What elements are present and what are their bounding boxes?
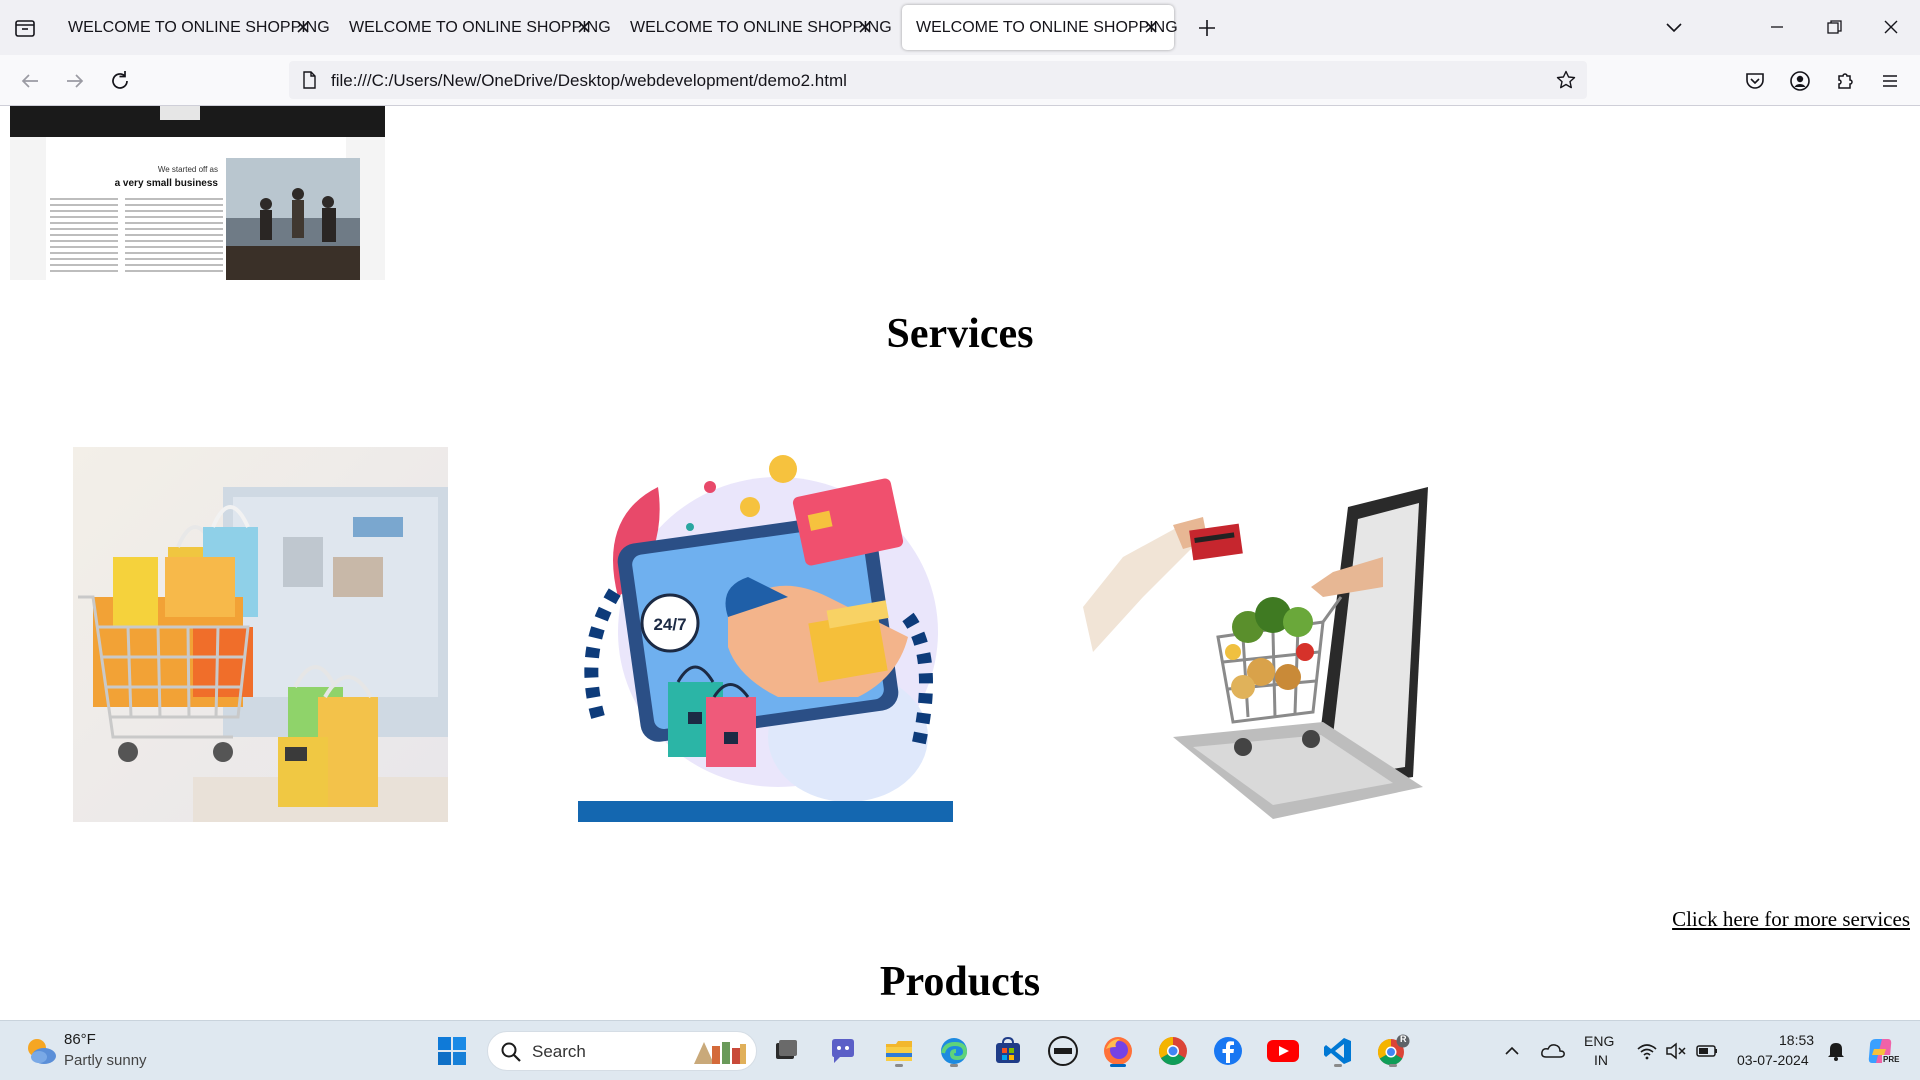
extensions-icon[interactable] — [1831, 67, 1859, 95]
tab-strip: WELCOME TO ONLINE SHOPPING WELCOME TO ON… — [0, 0, 1920, 55]
close-icon[interactable] — [575, 18, 593, 36]
microsoft-store-icon[interactable] — [990, 1033, 1026, 1069]
navigation-toolbar: file:///C:/Users/New/OneDrive/Desktop/we… — [0, 55, 1920, 106]
clock-time[interactable]: 18:53 — [1779, 1032, 1814, 1048]
teams-chat-icon[interactable] — [825, 1033, 861, 1069]
account-icon[interactable] — [1786, 67, 1814, 95]
forward-arrow-icon[interactable] — [61, 67, 89, 95]
clock-date[interactable]: 03-07-2024 — [1737, 1052, 1809, 1068]
taskbar-search-box[interactable]: Search — [487, 1031, 757, 1071]
tab-title: WELCOME TO ONLINE SHOPPING — [630, 19, 892, 36]
running-indicator — [1334, 1064, 1342, 1067]
window-close-icon[interactable] — [1879, 15, 1903, 39]
running-indicator — [895, 1064, 903, 1067]
products-heading: Products — [879, 959, 1041, 1005]
services-heading: Services — [886, 311, 1034, 357]
clipping-heading-small: We started off as — [158, 165, 218, 174]
windows-start-icon[interactable] — [434, 1033, 470, 1069]
page-content: We started off as a very small business … — [0, 106, 1920, 1020]
copilot-preview-icon[interactable]: PRE — [1862, 1033, 1901, 1069]
edge-browser-icon[interactable] — [936, 1033, 972, 1069]
preview-badge: PRE — [1882, 1055, 1901, 1064]
browser-tab[interactable]: WELCOME TO ONLINE SHOPPING — [335, 5, 611, 50]
active-app-indicator — [1110, 1064, 1126, 1067]
address-bar[interactable]: file:///C:/Users/New/OneDrive/Desktop/we… — [289, 61, 1587, 99]
browser-tab[interactable]: WELCOME TO ONLINE SHOPPING — [616, 5, 892, 50]
service-image-24-7: 24/7 — [578, 447, 953, 822]
restore-icon[interactable] — [1822, 15, 1846, 39]
facebook-icon[interactable] — [1210, 1033, 1246, 1069]
badge-24-7: 24/7 — [653, 615, 686, 634]
reload-icon[interactable] — [106, 67, 134, 95]
new-tab-plus-icon[interactable] — [1195, 16, 1219, 40]
chrome-profile-icon[interactable]: R — [1375, 1033, 1411, 1069]
search-placeholder: Search — [532, 1042, 586, 1061]
browser-tab-active[interactable]: WELCOME TO ONLINE SHOPPING — [902, 5, 1178, 50]
list-all-tabs-icon[interactable] — [12, 16, 38, 40]
running-indicator — [950, 1064, 958, 1067]
browser-tab[interactable]: WELCOME TO ONLINE SHOPPING — [54, 5, 330, 50]
firefox-icon[interactable] — [1100, 1033, 1136, 1069]
region-label[interactable]: IN — [1594, 1052, 1608, 1068]
battery-icon[interactable] — [1694, 1033, 1720, 1069]
notification-bell-icon[interactable] — [1824, 1033, 1848, 1069]
clipping-heading: a very small business — [115, 178, 219, 189]
chevron-down-icon[interactable] — [1662, 17, 1686, 39]
url-text: file:///C:/Users/New/OneDrive/Desktop/we… — [331, 71, 847, 90]
vscode-icon[interactable] — [1320, 1033, 1356, 1069]
close-icon[interactable] — [856, 18, 874, 36]
tab-title: WELCOME TO ONLINE SHOPPING — [916, 19, 1178, 36]
search-highlight-art-icon — [690, 1036, 750, 1068]
running-indicator — [1389, 1064, 1397, 1067]
chrome-icon[interactable] — [1155, 1033, 1191, 1069]
page-icon — [299, 70, 319, 90]
bookmark-star-icon[interactable] — [1555, 69, 1577, 91]
language-label[interactable]: ENG — [1584, 1033, 1614, 1049]
tab-title: WELCOME TO ONLINE SHOPPING — [349, 19, 611, 36]
partly-sunny-icon[interactable] — [22, 1033, 58, 1069]
profile-badge: R — [1400, 1034, 1407, 1044]
youtube-icon[interactable] — [1265, 1033, 1301, 1069]
file-explorer-icon[interactable] — [881, 1033, 917, 1069]
weather-temperature[interactable]: 86°F — [64, 1031, 96, 1048]
wifi-icon[interactable] — [1635, 1033, 1659, 1069]
dell-logo-icon[interactable] — [1045, 1033, 1081, 1069]
search-icon — [500, 1041, 522, 1063]
service-image-laptop-cart — [1083, 447, 1458, 822]
windows-taskbar: 86°F Partly sunny Search R ENG IN 18:53 … — [0, 1020, 1920, 1080]
back-arrow-icon[interactable] — [16, 67, 44, 95]
minimize-icon[interactable] — [1765, 15, 1789, 39]
chevron-up-icon[interactable] — [1500, 1033, 1524, 1069]
weather-description[interactable]: Partly sunny — [64, 1052, 147, 1069]
close-icon[interactable] — [294, 18, 312, 36]
more-services-link[interactable]: Click here for more services — [1672, 907, 1910, 932]
tab-title: WELCOME TO ONLINE SHOPPING — [68, 19, 330, 36]
about-image: We started off as a very small business — [10, 106, 385, 280]
close-icon[interactable] — [1142, 18, 1160, 36]
onedrive-cloud-icon[interactable] — [1538, 1033, 1568, 1069]
service-image-cart — [73, 447, 448, 822]
menu-hamburger-icon[interactable] — [1876, 67, 1904, 95]
pocket-icon[interactable] — [1741, 67, 1769, 95]
task-view-icon[interactable] — [768, 1033, 804, 1069]
speaker-muted-icon[interactable] — [1664, 1033, 1688, 1069]
